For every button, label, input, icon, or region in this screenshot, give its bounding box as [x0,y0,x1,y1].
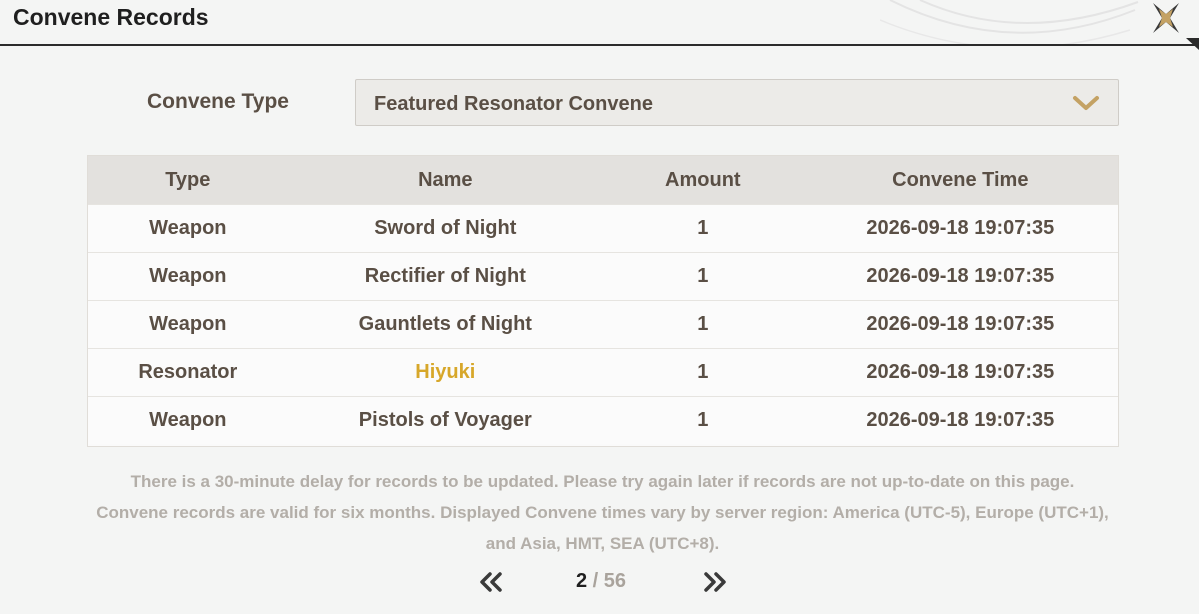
convene-type-label: Convene Type [147,90,289,113]
header-bar: Convene Records [0,0,1199,50]
table-row: Weapon Sword of Night 1 2026-09-18 19:07… [88,204,1118,252]
note-line: Convene records are valid for six months… [96,503,1109,522]
current-page: 2 [576,570,588,592]
column-header-name: Name [418,168,473,191]
row-name: Pistols of Voyager [358,409,532,431]
info-notes: There is a 30-minute delay for records t… [60,466,1145,559]
page-indicator: 2 / 56 [576,570,626,593]
total-pages: 56 [603,570,627,592]
row-time: 2026-09-18 19:07:35 [866,409,1055,431]
row-type: Weapon [149,409,227,431]
table-row: Resonator Hiyuki 1 2026-09-18 19:07:35 [88,348,1118,396]
row-amount: 1 [697,313,709,335]
note-line: and Asia, HMT, SEA (UTC+8). [485,534,720,553]
row-name: Rectifier of Night [364,265,526,287]
convene-type-value: Featured Resonator Convene [374,93,653,115]
row-name: Sword of Night [374,217,517,239]
row-amount: 1 [697,361,709,383]
column-header-time: Convene Time [892,168,1029,191]
corner-decoration [1186,38,1199,50]
double-chevron-left-icon[interactable] [478,571,504,593]
double-chevron-right-icon[interactable] [702,571,728,593]
convene-type-select[interactable]: Featured Resonator Convene [355,79,1119,126]
decorative-arcs [880,0,1139,44]
table-row: Weapon Pistols of Voyager 1 2026-09-18 1… [88,396,1118,444]
row-time: 2026-09-18 19:07:35 [866,313,1055,335]
row-amount: 1 [697,217,709,239]
row-type: Resonator [138,361,238,383]
row-type: Weapon [149,217,227,239]
table-row: Weapon Gauntlets of Night 1 2026-09-18 1… [88,300,1118,348]
row-time: 2026-09-18 19:07:35 [866,361,1055,383]
column-header-amount: Amount [665,168,741,191]
close-x-icon [1153,3,1179,33]
row-name: Gauntlets of Night [358,313,532,335]
row-amount: 1 [697,409,709,431]
row-type: Weapon [149,313,227,335]
close-button[interactable] [1146,0,1186,36]
row-amount: 1 [697,265,709,287]
table-row: Weapon Rectifier of Night 1 2026-09-18 1… [88,252,1118,300]
chevron-down-icon [1073,96,1099,110]
records-table: Type Name Amount Convene Time Weapon Swo… [87,155,1119,447]
page-separator: / [587,570,604,592]
row-time: 2026-09-18 19:07:35 [866,217,1055,239]
row-type: Weapon [149,265,227,287]
row-name-highlighted: Hiyuki [415,361,476,383]
pagination: 2 / 56 [470,567,740,599]
row-time: 2026-09-18 19:07:35 [866,265,1055,287]
table-header: Type Name Amount Convene Time [88,156,1118,204]
column-header-type: Type [165,168,211,191]
note-line: There is a 30-minute delay for records t… [130,472,1075,491]
page-title: Convene Records [13,4,209,30]
